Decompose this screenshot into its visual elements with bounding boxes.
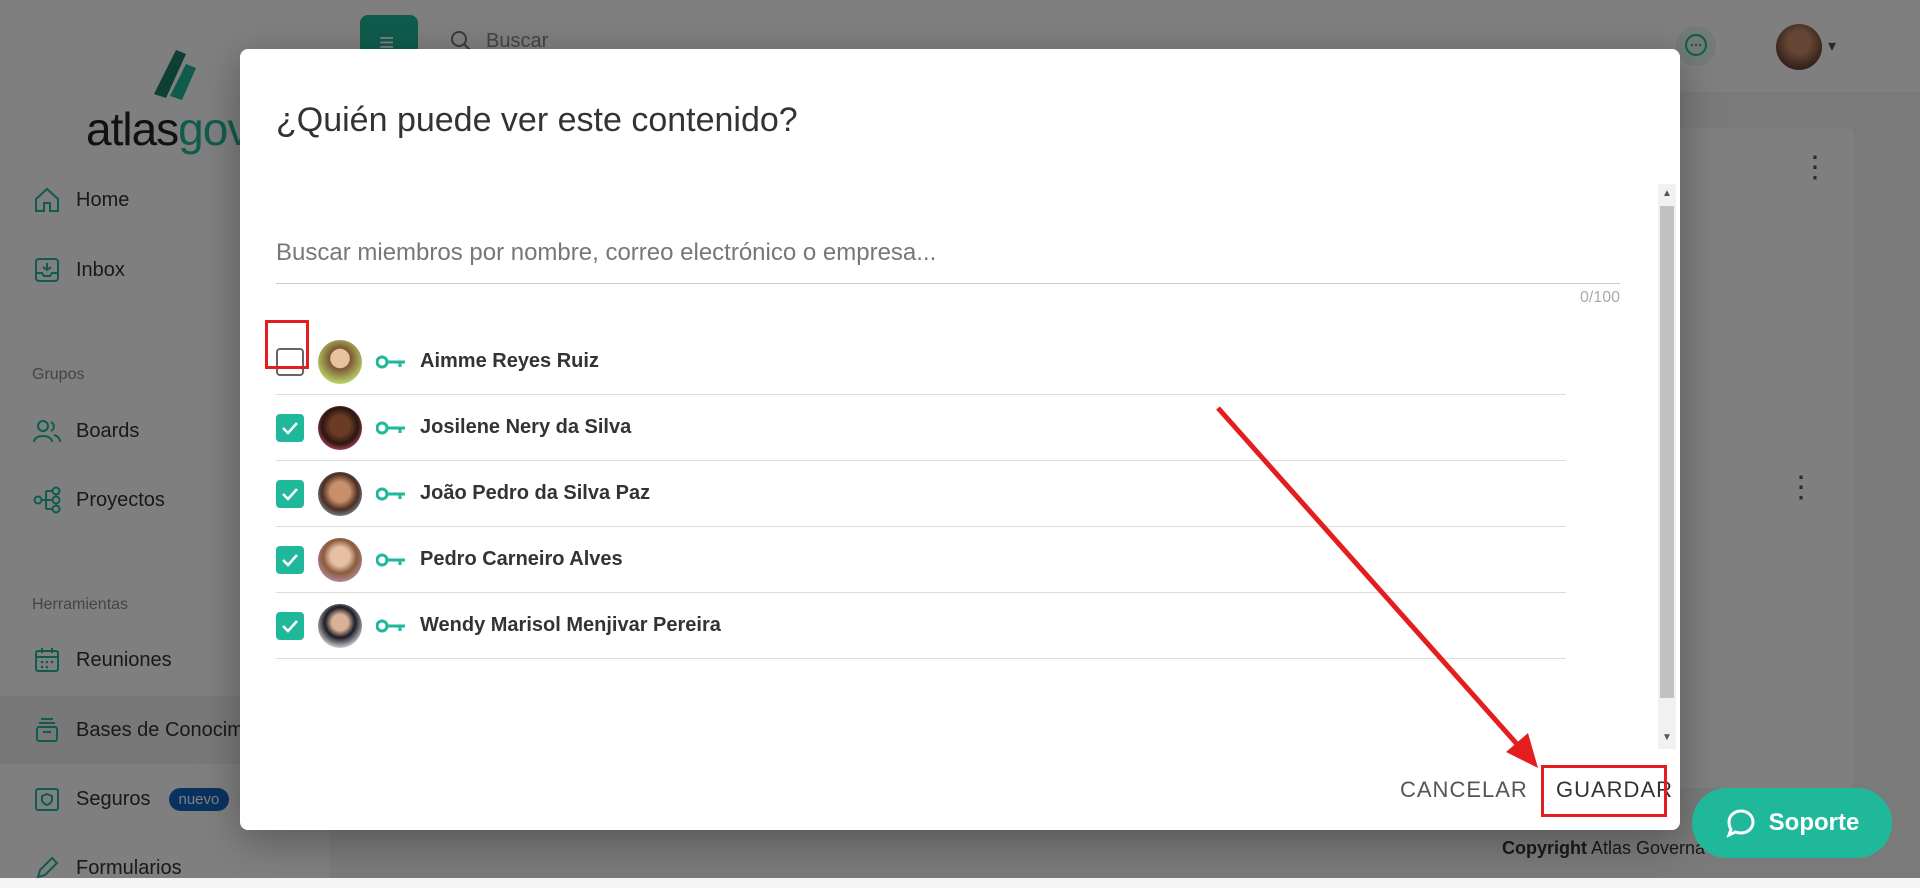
support-label: Soporte xyxy=(1768,809,1860,836)
support-button[interactable]: Soporte xyxy=(1692,788,1892,858)
annotation-arrow xyxy=(1216,406,1538,768)
chat-bubble-icon xyxy=(1726,809,1755,838)
